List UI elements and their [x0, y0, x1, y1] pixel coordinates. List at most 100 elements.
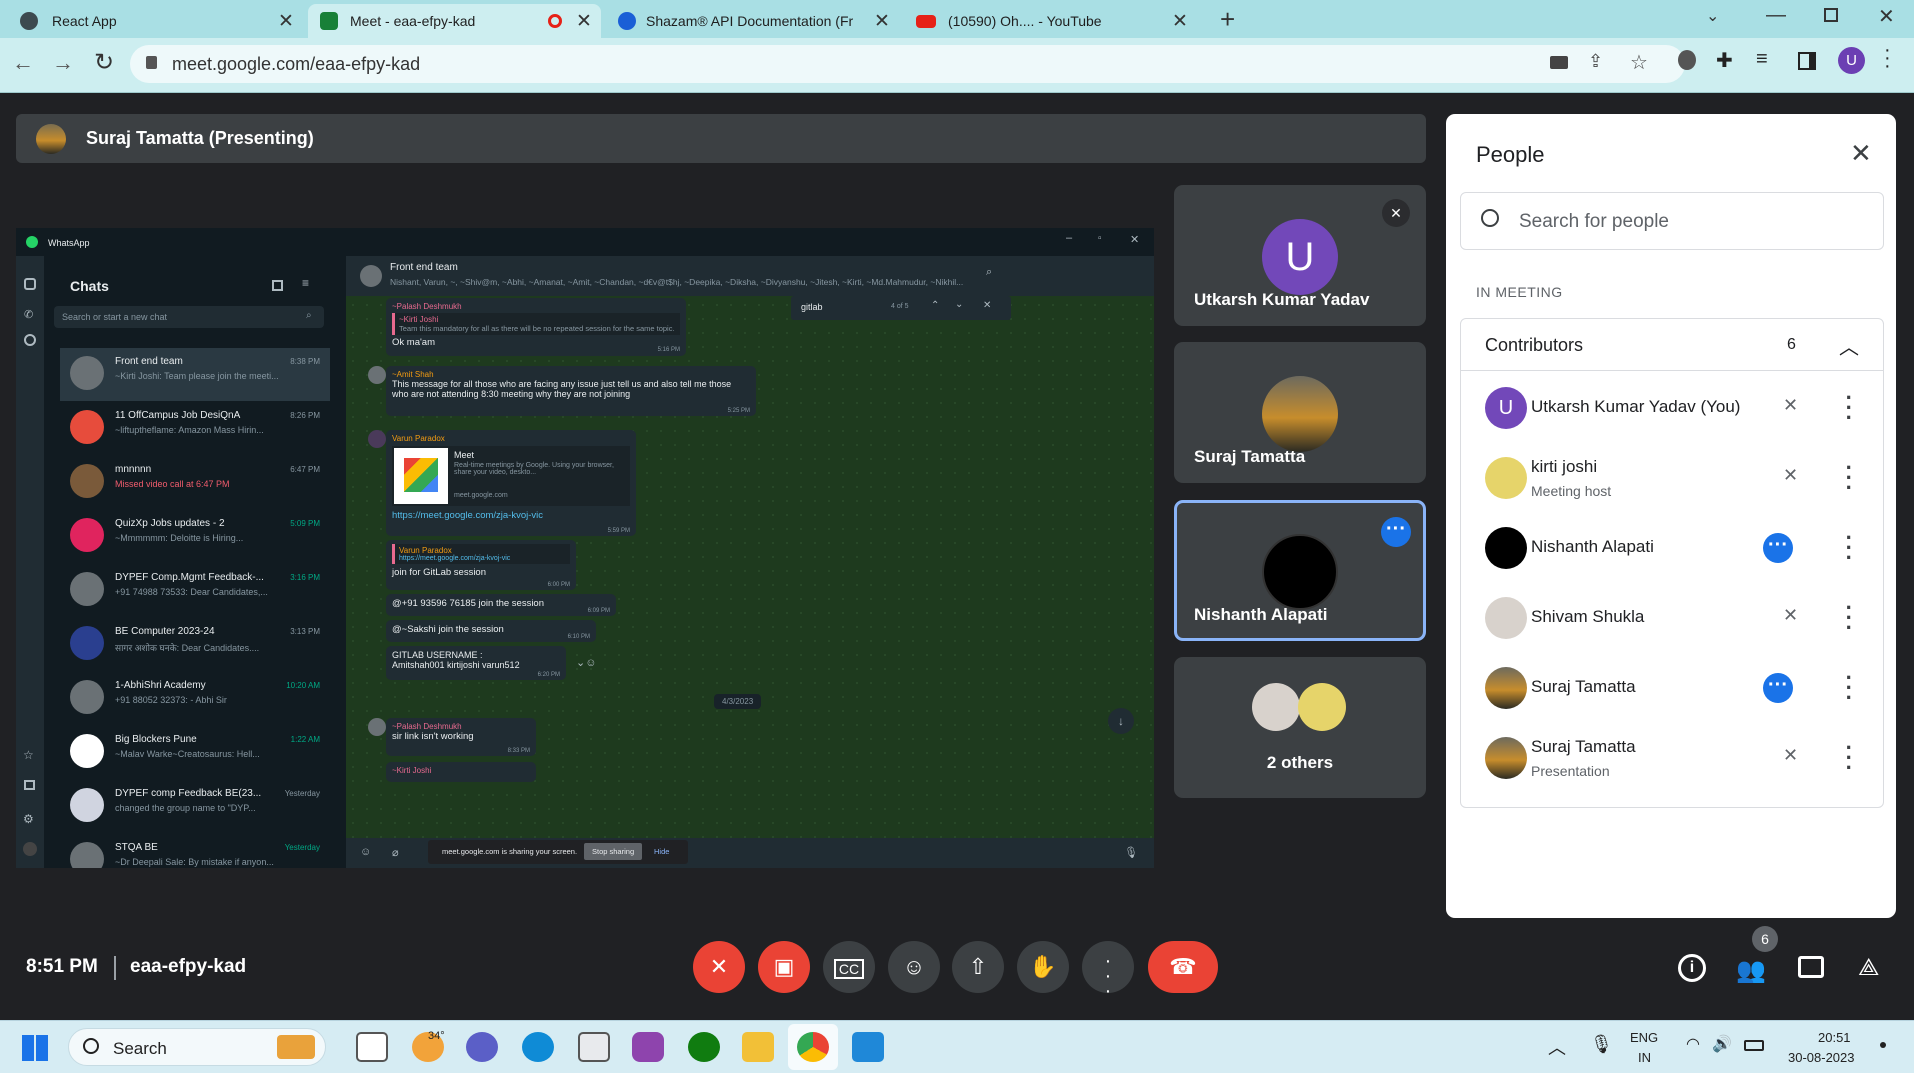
reactions-button[interactable]: ☺	[888, 941, 940, 993]
stop-sharing-button[interactable]: Stop sharing	[584, 843, 643, 860]
new-tab-button[interactable]: +	[1220, 4, 1235, 35]
chat-item[interactable]: DYPEF Comp.Mgmt Feedback-... +91 74988 7…	[60, 564, 330, 617]
more-options-icon[interactable]: ···	[1846, 527, 1853, 569]
close-icon[interactable]: ✕	[1850, 138, 1872, 169]
scroll-down-button[interactable]: ↓	[1108, 708, 1134, 734]
chevron-up-icon[interactable]: ︿	[1839, 331, 1859, 360]
more-options-button[interactable]: · · ·	[1082, 941, 1134, 1001]
xbox-icon[interactable]	[688, 1032, 720, 1062]
store-icon[interactable]	[578, 1032, 610, 1062]
contributors-header[interactable]: Contributors 6 ︿	[1461, 319, 1883, 371]
file-explorer-icon[interactable]	[742, 1032, 774, 1062]
meeting-info-icon[interactable]: i	[1678, 954, 1706, 982]
chat-icon[interactable]	[1798, 956, 1824, 978]
starred-icon[interactable]: ☆	[23, 748, 34, 762]
show-hidden-icons[interactable]: ︿	[1548, 1034, 1566, 1060]
meet-link[interactable]: https://meet.google.com/zja-kvoj-vic	[392, 510, 630, 521]
address-bar[interactable]: meet.google.com/eaa-efpy-kad ⇪ ☆	[130, 45, 1685, 83]
tab-meet[interactable]: Meet - eaa-efpy-kad ✕	[308, 4, 601, 38]
attach-icon[interactable]: ⌀	[392, 846, 399, 859]
camera-off-button[interactable]: ▣	[758, 941, 810, 993]
reaction-icon[interactable]: ⌄☺	[576, 656, 596, 669]
mic-icon[interactable]: 🎙	[1590, 1034, 1613, 1055]
back-button[interactable]: ←	[12, 50, 34, 76]
chrome-icon[interactable]	[797, 1032, 829, 1062]
wifi-icon[interactable]: ◠	[1686, 1034, 1700, 1054]
chat-item[interactable]: mnnnnn Missed video call at 6:47 PM 6:47…	[60, 456, 330, 509]
chat-item[interactable]: DYPEF comp Feedback BE(23... changed the…	[60, 780, 330, 833]
chat-item[interactable]: Big Blockers Pune ~Malav Warke~Creatosau…	[60, 726, 330, 779]
vscode-icon[interactable]	[852, 1032, 884, 1062]
link-preview[interactable]: Meet Real-time meetings by Google. Using…	[392, 446, 630, 506]
app-icon[interactable]	[632, 1032, 664, 1062]
profile-avatar[interactable]: U	[1838, 47, 1865, 74]
chat-item[interactable]: Front end team ~Kirti Joshi: Team please…	[60, 348, 330, 401]
wa-close[interactable]: ✕	[1130, 233, 1139, 246]
reload-button[interactable]: ↻	[94, 48, 114, 77]
participant-tile[interactable]: ··· Nishanth Alapati	[1174, 500, 1426, 641]
tab-react-app[interactable]: React App ✕	[0, 4, 305, 38]
conversation-search-icon[interactable]: ⌕	[986, 266, 992, 279]
present-button[interactable]: ⇧	[952, 941, 1004, 993]
mic-icon[interactable]: 🎙	[1124, 846, 1138, 859]
new-chat-icon[interactable]	[272, 280, 283, 291]
chat-item[interactable]: 11 OffCampus Job DesiQnA ~liftuptheflame…	[60, 402, 330, 455]
task-view-icon[interactable]	[356, 1032, 388, 1062]
more-options-icon[interactable]: ···	[1763, 533, 1793, 563]
find-next-icon[interactable]: ⌄	[955, 299, 963, 310]
participant-tile[interactable]: Suraj Tamatta	[1174, 342, 1426, 483]
tab-search-icon[interactable]: ⌄	[1706, 6, 1719, 26]
tab-youtube[interactable]: (10590) Oh.... - YouTube ✕	[902, 4, 1197, 38]
wa-restore[interactable]: ▫	[1098, 233, 1102, 244]
teams-icon[interactable]	[466, 1032, 498, 1062]
wa-minimize[interactable]: –	[1066, 232, 1072, 244]
close-tab-icon[interactable]: ✕	[1172, 10, 1188, 33]
leave-call-button[interactable]: ☎	[1148, 941, 1218, 993]
battery-icon[interactable]	[1744, 1040, 1764, 1051]
restore-button[interactable]	[1824, 8, 1838, 22]
chat-item[interactable]: BE Computer 2023-24 सागर अशोक घनके: Dear…	[60, 618, 330, 671]
profile-icon[interactable]	[23, 842, 37, 856]
more-options-icon[interactable]: ···	[1846, 457, 1853, 499]
more-options-icon[interactable]: ···	[1846, 597, 1853, 639]
find-prev-icon[interactable]: ⌃	[931, 300, 939, 311]
tab-shazam-docs[interactable]: Shazam® API Documentation (Fr ✕	[604, 4, 899, 38]
media-queue-icon[interactable]: ≡	[1756, 48, 1768, 71]
find-close-icon[interactable]: ✕	[983, 300, 991, 311]
camera-icon[interactable]	[1550, 56, 1568, 69]
captions-button[interactable]: CC	[823, 941, 875, 993]
calls-icon[interactable]: ✆	[24, 308, 33, 321]
more-options-icon[interactable]: ···	[1846, 387, 1853, 429]
wa-search-input[interactable]: Search or start a new chat ⌕	[54, 306, 324, 328]
find-input[interactable]: gitlab	[801, 302, 823, 312]
settings-icon[interactable]: ⚙	[23, 812, 34, 826]
chat-item[interactable]: STQA BE ~Dr Deepali Sale: By mistake if …	[60, 834, 330, 868]
mic-off-button[interactable]: ✕	[693, 941, 745, 993]
bookmark-star-icon[interactable]: ☆	[1630, 50, 1648, 75]
others-tile[interactable]: 2 others	[1174, 657, 1426, 798]
chat-item[interactable]: QuizXp Jobs updates - 2 ~Mmmmmm: Deloitt…	[60, 510, 330, 563]
chats-icon[interactable]	[24, 278, 36, 290]
volume-icon[interactable]: 🔊	[1712, 1034, 1732, 1054]
status-icon[interactable]	[24, 334, 36, 346]
close-tab-icon[interactable]: ✕	[874, 10, 890, 33]
share-icon[interactable]: ⇪	[1588, 51, 1603, 72]
minimize-button[interactable]: —	[1766, 4, 1786, 27]
filter-icon[interactable]: ≡	[302, 276, 309, 290]
windows-start-icon[interactable]	[22, 1035, 48, 1061]
archive-icon[interactable]	[24, 780, 35, 790]
hide-button[interactable]: Hide	[654, 847, 669, 856]
close-tab-icon[interactable]: ✕	[278, 10, 294, 33]
more-options-icon[interactable]: ···	[1381, 517, 1411, 547]
more-options-icon[interactable]: ···	[1846, 737, 1853, 779]
raise-hand-button[interactable]: ✋	[1017, 941, 1069, 993]
extension-bug-icon[interactable]	[1678, 50, 1696, 70]
edge-icon[interactable]	[522, 1032, 554, 1062]
emoji-icon[interactable]: ☺	[360, 846, 371, 858]
close-window-button[interactable]: ✕	[1878, 4, 1895, 29]
extensions-puzzle-icon[interactable]: ✚	[1716, 48, 1733, 73]
forward-button[interactable]: →	[52, 50, 74, 76]
people-icon[interactable]: 👥	[1736, 956, 1766, 985]
taskbar-search[interactable]: Search	[68, 1028, 326, 1066]
side-panel-icon[interactable]	[1798, 52, 1816, 70]
